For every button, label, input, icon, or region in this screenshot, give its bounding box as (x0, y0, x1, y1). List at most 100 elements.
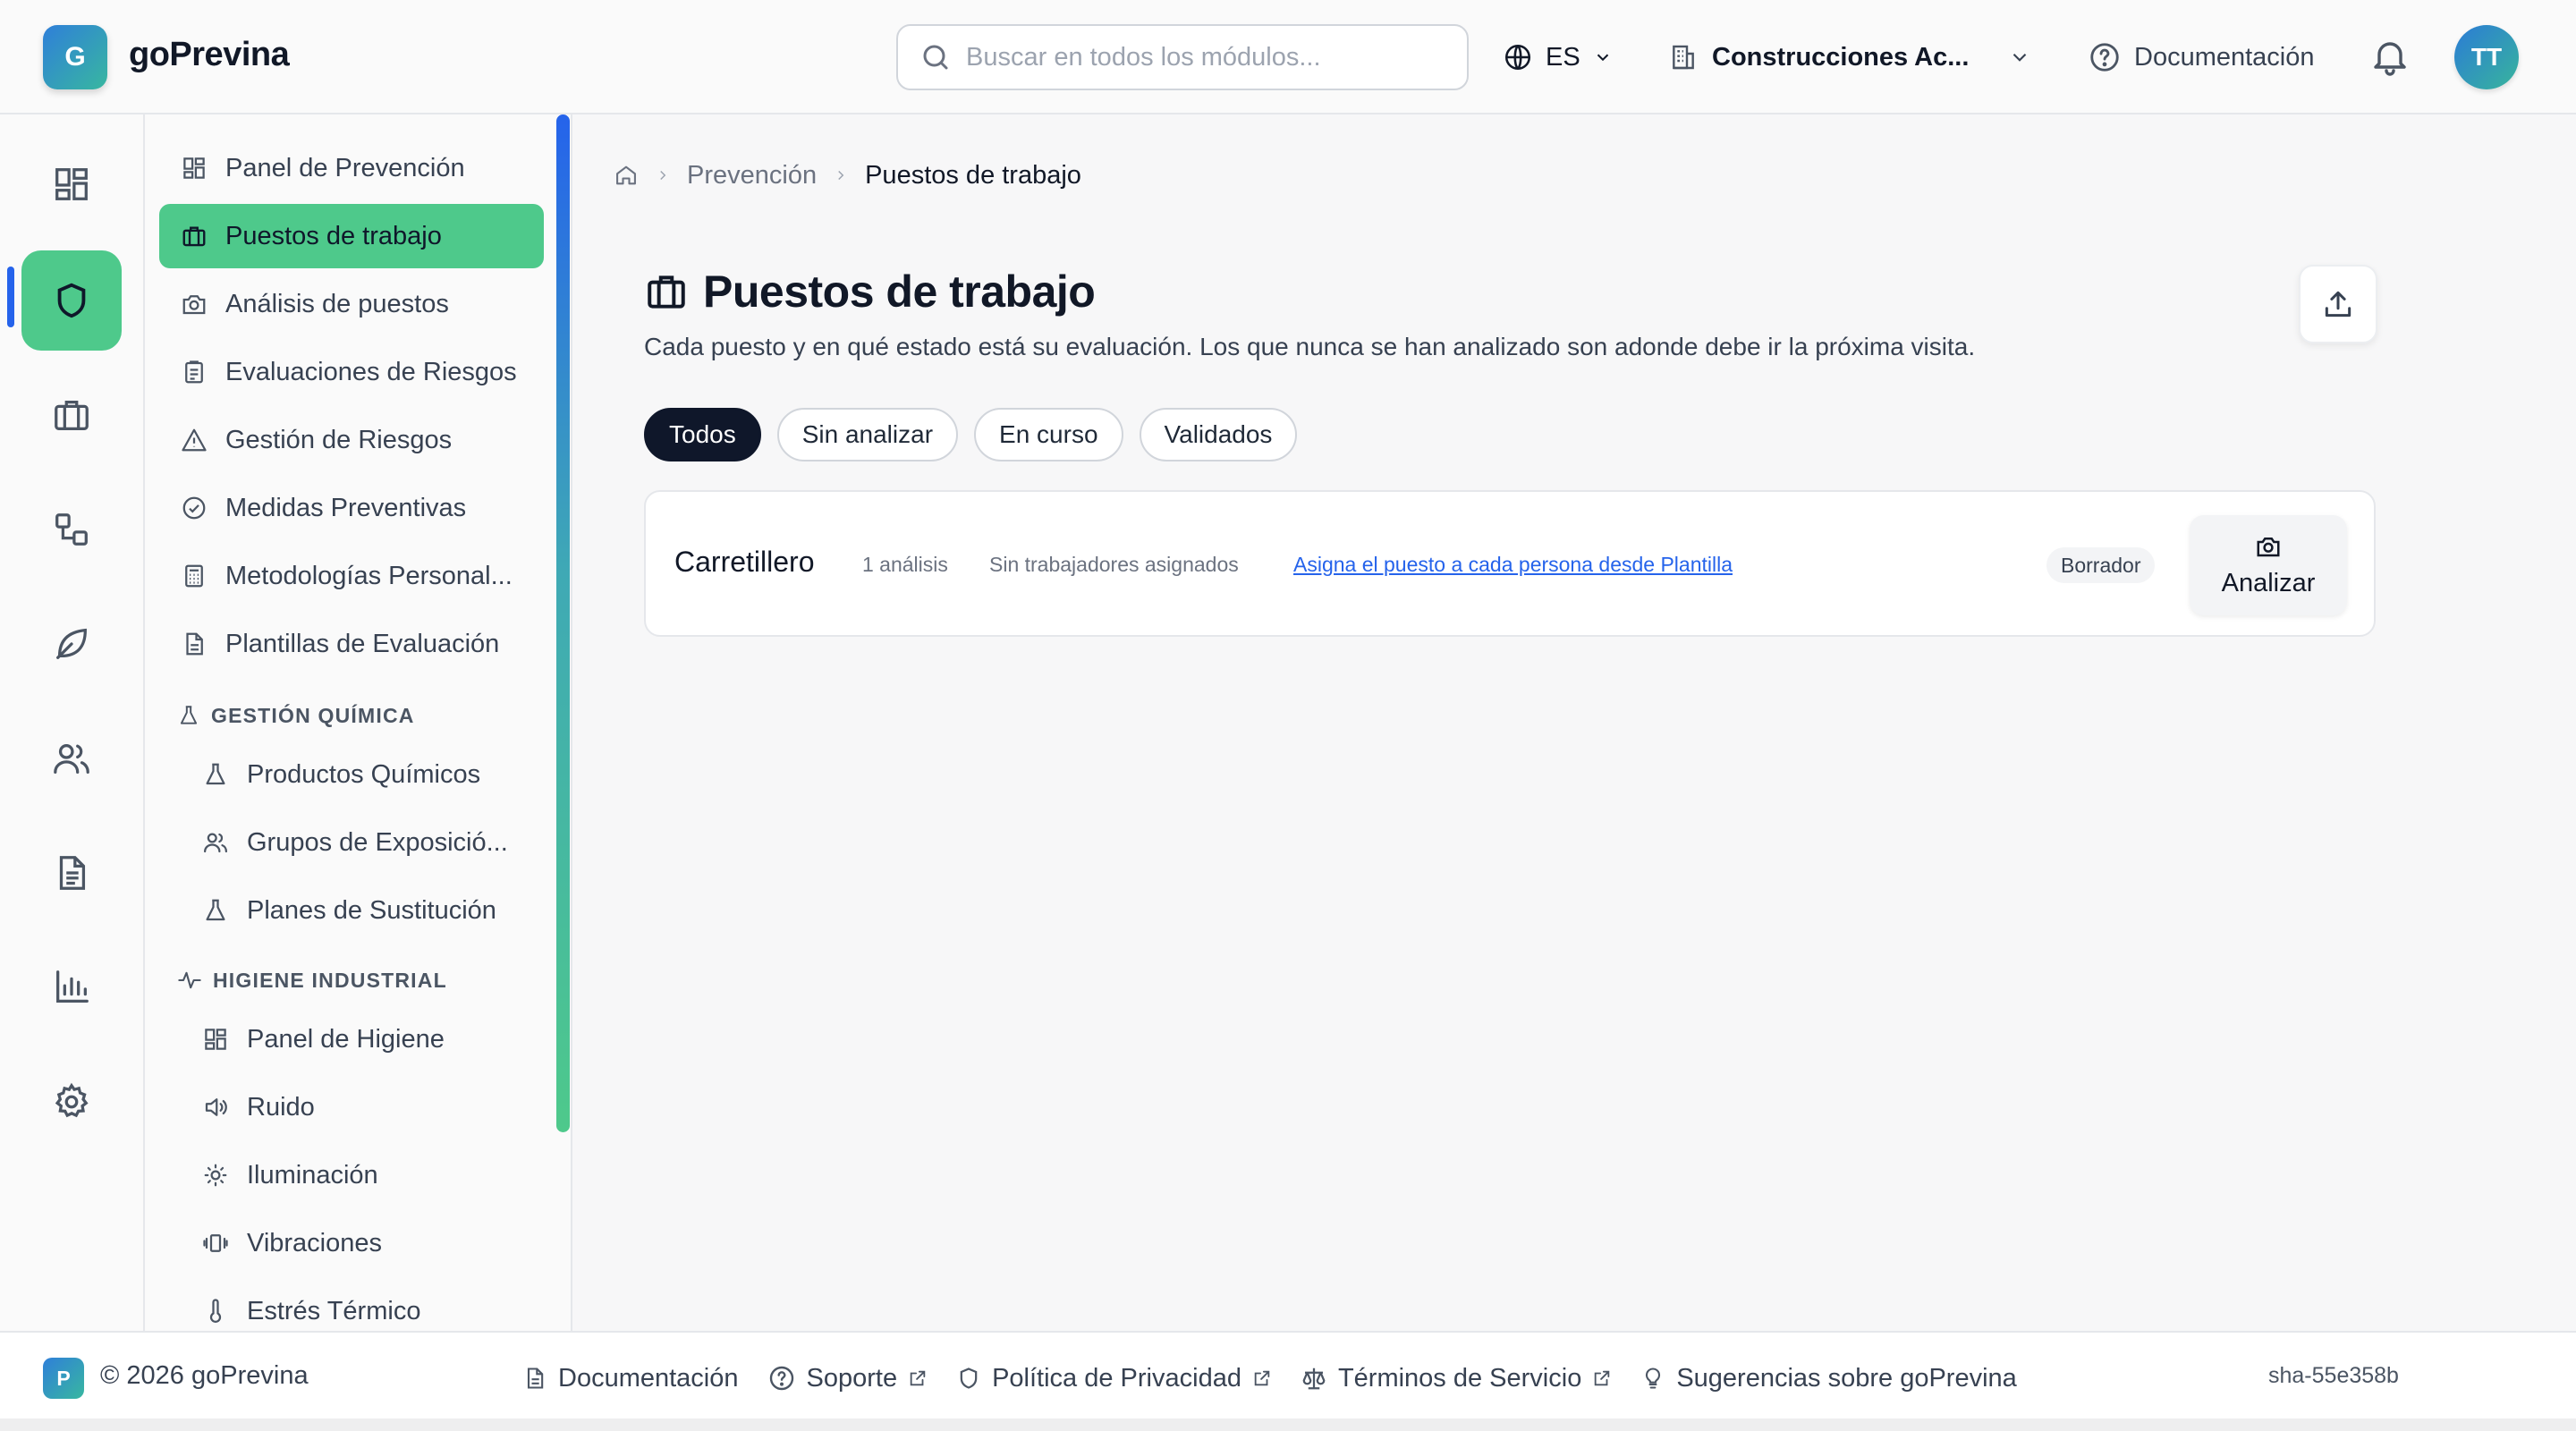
documentation-link[interactable]: Documentación (2088, 32, 2315, 82)
rail-documents[interactable] (21, 823, 122, 923)
rail-dashboard[interactable] (21, 134, 122, 234)
help-circle-icon (2088, 40, 2122, 74)
sidebar-item-puestos-de-trabajo[interactable]: Puestos de trabajo (159, 204, 544, 268)
filter-todos[interactable]: Todos (644, 408, 761, 461)
filter-en-curso[interactable]: En curso (974, 408, 1123, 461)
sidebar-item-panel-de-higiene[interactable]: Panel de Higiene (159, 1007, 544, 1071)
globe-icon (1503, 42, 1533, 72)
bell-icon[interactable] (2368, 34, 2411, 79)
camera-icon (179, 289, 209, 319)
search-input[interactable] (966, 42, 1449, 72)
company-selector[interactable]: Construcciones Ac... (1669, 32, 2031, 82)
sidebar-item-metodologias[interactable]: Metodologías Personal... (159, 544, 544, 608)
export-button[interactable] (2299, 265, 2377, 343)
filter-validados[interactable]: Validados (1139, 408, 1298, 461)
rail-settings[interactable] (21, 1052, 122, 1152)
sidebar-item-label: Evaluaciones de Riesgos (225, 357, 517, 386)
user-avatar[interactable]: TT (2454, 25, 2519, 89)
footer-link-label: Documentación (558, 1363, 739, 1393)
rail-environment[interactable] (21, 594, 122, 694)
page-title: Puestos de trabajo (703, 267, 1096, 317)
sidebar-item-productos-quimicos[interactable]: Productos Químicos (159, 742, 544, 807)
users-icon (200, 827, 231, 858)
app-logo[interactable]: G (43, 25, 107, 89)
sidebar-item-evaluaciones-de-riesgos[interactable]: Evaluaciones de Riesgos (159, 340, 544, 404)
breadcrumb: Prevención Puestos de trabajo (614, 157, 1081, 193)
sidebar-item-estres-termico[interactable]: Estrés Térmico (159, 1279, 544, 1331)
sidebar-scrollbar[interactable] (556, 114, 570, 1132)
flask-icon (200, 895, 231, 926)
section-header-gestion-quimica[interactable]: GESTIÓN QUÍMICA (177, 698, 415, 733)
sidebar-item-label: Grupos de Exposició... (247, 827, 508, 857)
analyze-label: Analizar (2221, 568, 2316, 597)
sidebar-item-label: Metodologías Personal... (225, 561, 513, 590)
page-subtitle: Cada puesto y en qué estado está su eval… (644, 333, 1976, 360)
lightbulb-icon (1640, 1366, 1665, 1391)
status-badge: Borrador (2046, 547, 2156, 583)
language-selector[interactable]: ES (1503, 32, 1613, 82)
warning-icon (179, 425, 209, 455)
workflow-icon (51, 509, 92, 550)
status-filters: Todos Sin analizar En curso Validados (644, 408, 1298, 461)
sidebar-item-iluminacion[interactable]: Iluminación (159, 1143, 544, 1207)
clipboard-icon (179, 357, 209, 387)
footer-link-terminos[interactable]: Términos de Servicio (1301, 1364, 1612, 1393)
sidebar-item-analisis-de-puestos[interactable]: Análisis de puestos (159, 272, 544, 336)
shield-icon (956, 1366, 981, 1391)
dashboard-icon (179, 153, 209, 183)
footer-link-soporte[interactable]: Soporte (767, 1364, 928, 1393)
scale-icon (1301, 1365, 1327, 1392)
footer-logo: P (43, 1358, 84, 1399)
rail-prevention[interactable] (21, 250, 122, 351)
sidebar-item-panel-prevencion[interactable]: Panel de Prevención (159, 136, 544, 200)
sidebar-item-medidas-preventivas[interactable]: Medidas Preventivas (159, 476, 544, 540)
footer-link-documentacion[interactable]: Documentación (522, 1364, 739, 1393)
chevron-right-icon (655, 167, 671, 183)
external-link-icon (908, 1368, 928, 1388)
job-name[interactable]: Carretillero (674, 546, 814, 579)
building-icon (1669, 43, 1698, 72)
external-link-icon (1592, 1368, 1612, 1388)
briefcase-icon (179, 221, 209, 251)
footer-link-label: Soporte (806, 1363, 898, 1393)
sun-icon (200, 1160, 231, 1190)
job-card[interactable]: Carretillero 1 análisis Sin trabajadores… (644, 490, 2376, 637)
global-search[interactable] (896, 24, 1469, 90)
document-icon (51, 852, 92, 893)
external-link-icon (1252, 1368, 1272, 1388)
footer-link-privacidad[interactable]: Política de Privacidad (956, 1364, 1272, 1393)
section-title: GESTIÓN QUÍMICA (211, 703, 415, 727)
analyze-button[interactable]: Analizar (2190, 515, 2347, 615)
sidebar-item-gestion-de-riesgos[interactable]: Gestión de Riesgos (159, 408, 544, 472)
breadcrumb-parent[interactable]: Prevención (687, 161, 817, 191)
chevron-right-icon (833, 167, 849, 183)
section-title: HIGIENE INDUSTRIAL (213, 968, 447, 992)
file-icon (179, 629, 209, 659)
activity-icon (177, 968, 202, 993)
sidebar-item-label: Panel de Higiene (247, 1024, 445, 1054)
rail-jobs[interactable] (21, 365, 122, 465)
section-header-higiene-industrial[interactable]: HIGIENE INDUSTRIAL (177, 962, 447, 998)
camera-icon (2255, 533, 2282, 560)
sidebar-item-plantillas-de-evaluacion[interactable]: Plantillas de Evaluación (159, 612, 544, 676)
rail-reports[interactable] (21, 937, 122, 1037)
home-icon[interactable] (614, 163, 639, 188)
shield-icon (51, 280, 92, 321)
sidebar-item-vibraciones[interactable]: Vibraciones (159, 1211, 544, 1275)
rail-workflow[interactable] (21, 479, 122, 580)
assign-link[interactable]: Asigna el puesto a cada persona desde Pl… (1293, 553, 1733, 577)
sidebar-item-planes-de-sustitucion[interactable]: Planes de Sustitución (159, 878, 544, 943)
sidebar-item-ruido[interactable]: Ruido (159, 1075, 544, 1139)
rail-people[interactable] (21, 708, 122, 809)
briefcase-icon (644, 269, 689, 314)
footer: P © 2026 goPrevina Documentación Soporte… (0, 1331, 2576, 1418)
sidebar-item-grupos-de-exposicion[interactable]: Grupos de Exposició... (159, 810, 544, 875)
filter-sin-analizar[interactable]: Sin analizar (776, 408, 959, 461)
users-icon (51, 738, 92, 779)
footer-link-label: Sugerencias sobre goPrevina (1676, 1363, 2017, 1393)
sidebar-item-label: Vibraciones (247, 1228, 383, 1257)
footer-link-sugerencias[interactable]: Sugerencias sobre goPrevina (1640, 1363, 2017, 1393)
dashboard-icon (200, 1024, 231, 1054)
upload-icon (2321, 287, 2355, 321)
app-name[interactable]: goPrevina (129, 36, 290, 74)
